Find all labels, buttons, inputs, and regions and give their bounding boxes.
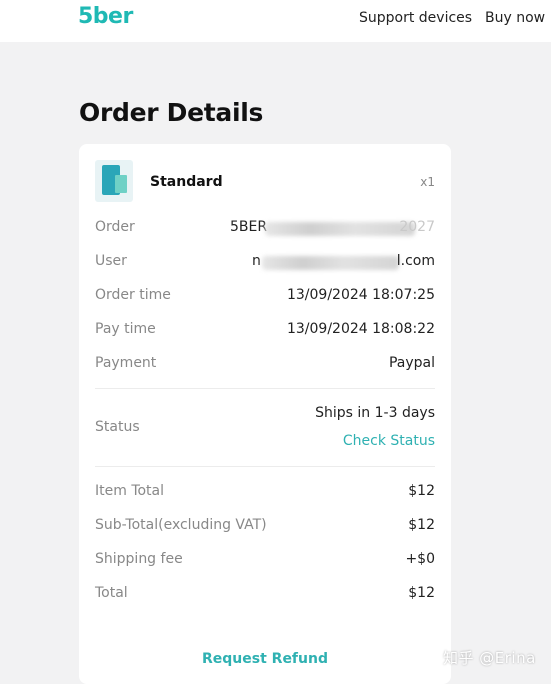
- product-name: Standard: [150, 174, 223, 190]
- order-details-card: Standard x1 Order 5BER 2027 User n l.com…: [79, 144, 451, 684]
- zhihu-watermark: 知乎 @Erina: [443, 649, 536, 667]
- check-status-link[interactable]: Check Status: [343, 433, 435, 449]
- product-card-graphic: [115, 175, 127, 193]
- pay-time-value: 13/09/2024 18:08:22: [286, 321, 435, 337]
- payment-value: Paypal: [388, 355, 435, 371]
- product-quantity: x1: [420, 175, 435, 189]
- request-refund-button[interactable]: Request Refund: [79, 651, 451, 667]
- status-label: Status: [95, 419, 140, 435]
- order-label: Order: [95, 219, 135, 235]
- order-id-prefix: 5BER: [230, 219, 268, 235]
- nav-buy-now-link[interactable]: Buy now: [485, 10, 545, 26]
- status-value: Ships in 1-3 days: [315, 405, 435, 421]
- shipping-fee-value: +$0: [405, 551, 435, 567]
- user-email-prefix: n: [252, 253, 261, 269]
- pay-time-label: Pay time: [95, 321, 156, 337]
- order-time-value: 13/09/2024 18:07:25: [286, 287, 435, 303]
- divider: [95, 466, 435, 467]
- sub-total-label: Sub-Total(excluding VAT): [95, 517, 267, 533]
- divider: [95, 388, 435, 389]
- product-thumbnail-image: [95, 160, 133, 202]
- page-title: Order Details: [79, 98, 264, 127]
- top-navigation-bar: 5ber Support devices Buy now: [0, 0, 551, 42]
- total-value: $12: [408, 585, 435, 601]
- sub-total-value: $12: [408, 517, 435, 533]
- brand-logo[interactable]: 5ber: [78, 4, 133, 29]
- order-id-suffix: 2027: [399, 219, 435, 235]
- shipping-fee-label: Shipping fee: [95, 551, 183, 567]
- order-id-redacted: [265, 222, 415, 236]
- order-time-label: Order time: [95, 287, 171, 303]
- user-label: User: [95, 253, 127, 269]
- payment-label: Payment: [95, 355, 157, 371]
- item-total-label: Item Total: [95, 483, 165, 499]
- user-email-redacted: [262, 256, 399, 270]
- item-total-value: $12: [408, 483, 435, 499]
- total-label: Total: [95, 585, 128, 601]
- nav-support-devices-link[interactable]: Support devices: [359, 10, 472, 26]
- user-email-suffix: l.com: [396, 253, 435, 269]
